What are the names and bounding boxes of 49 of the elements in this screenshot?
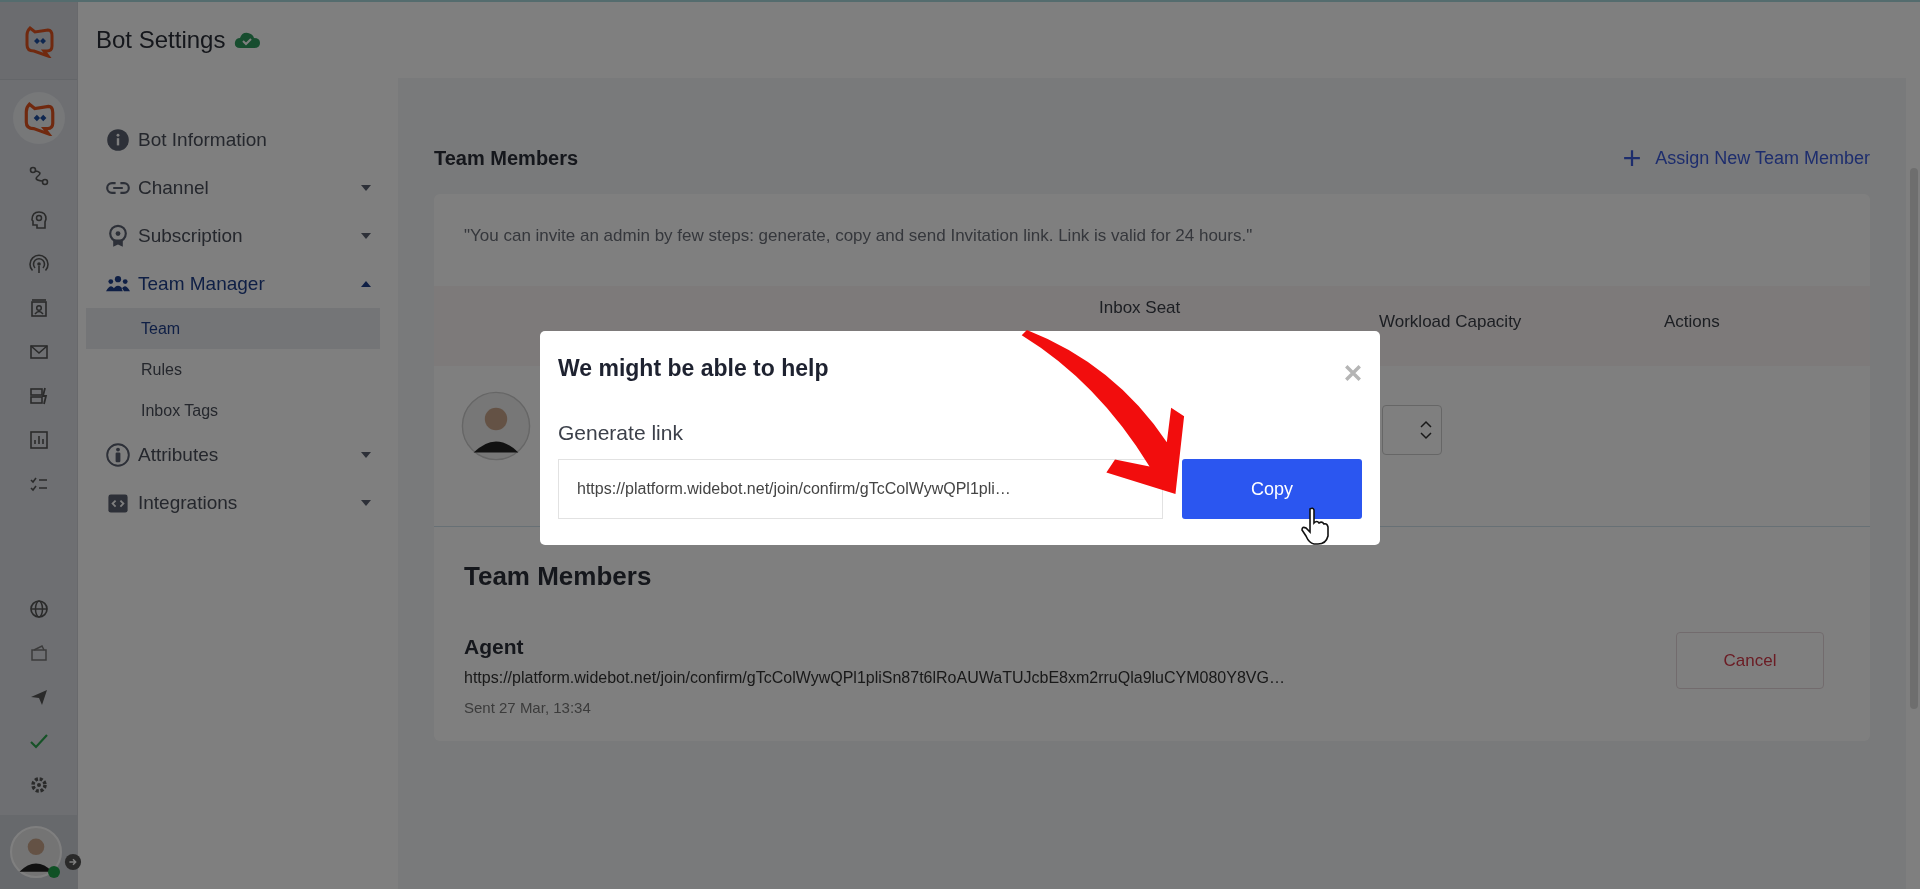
- award-badge-icon: [106, 224, 130, 248]
- sidebar-subitem[interactable]: Rules: [86, 349, 380, 390]
- field-label: Generate link: [558, 421, 684, 445]
- sent-time: Sent 27 Mar, 13:34: [464, 699, 592, 716]
- brain-head-icon[interactable]: [28, 210, 49, 230]
- sidebar-subitem[interactable]: Team: [86, 308, 380, 349]
- sidebar-item[interactable]: Subscription: [78, 212, 398, 260]
- dialog-title: We might be able to help: [558, 354, 829, 382]
- person-icon: [106, 443, 130, 467]
- member-avatar: [461, 391, 531, 461]
- link-field[interactable]: https://platform.widebot.net/join/confirm/gTcColWywQPl1pli…: [558, 459, 1163, 519]
- cancel-button[interactable]: Cancel: [1676, 632, 1824, 689]
- settings-icon[interactable]: [28, 775, 49, 795]
- online-status-dot: [48, 866, 60, 878]
- section-title: Team Members: [464, 561, 653, 592]
- section-title: Team Members: [434, 146, 579, 170]
- sidebar-item[interactable]: Team Manager: [78, 260, 398, 308]
- close-icon[interactable]: [1344, 364, 1362, 382]
- caret-down-icon: [360, 184, 372, 192]
- bar-chart-icon[interactable]: [28, 430, 49, 450]
- copy-button[interactable]: Copy: [1182, 459, 1362, 519]
- column-header: Inbox Seat: [1099, 298, 1181, 318]
- sidebar-item[interactable]: Attributes: [78, 431, 398, 479]
- globe-icon[interactable]: [28, 599, 49, 619]
- contact-card-icon[interactable]: [28, 298, 49, 318]
- flash-card-icon[interactable]: [28, 386, 49, 406]
- mail-icon[interactable]: [28, 342, 49, 362]
- caret-down-icon: [360, 499, 372, 507]
- cloud-check-icon: [233, 30, 262, 50]
- caret-down-icon: [360, 451, 372, 459]
- column-header: Actions: [1664, 312, 1720, 332]
- broadcast-icon[interactable]: [28, 254, 49, 274]
- page-title: Bot Settings: [96, 26, 226, 54]
- up-down-arrows-icon[interactable]: [1419, 420, 1433, 440]
- caret-down-icon: [360, 232, 372, 240]
- column-header: Workload Capacity: [1379, 312, 1522, 332]
- caret-up-icon: [360, 280, 372, 288]
- invite-role: Agent: [464, 635, 525, 659]
- sidebar-item[interactable]: Bot Information: [78, 116, 398, 164]
- flow-icon[interactable]: [28, 166, 49, 186]
- wallet-icon[interactable]: [28, 643, 49, 663]
- invite-note: "You can invite an admin by few steps: generate, copy and send Invitation link. Link is valid for 24 hours.": [463, 225, 1254, 247]
- user-avatar[interactable]: [10, 826, 62, 878]
- sidebar-subitem[interactable]: Inbox Tags: [86, 390, 380, 431]
- assign-member-button[interactable]: Assign New Team Member: [1623, 147, 1870, 169]
- sidebar-item[interactable]: Integrations: [78, 479, 398, 527]
- sidebar-item[interactable]: Channel: [78, 164, 398, 212]
- info-icon: [106, 128, 130, 152]
- plus-icon: [1623, 149, 1642, 167]
